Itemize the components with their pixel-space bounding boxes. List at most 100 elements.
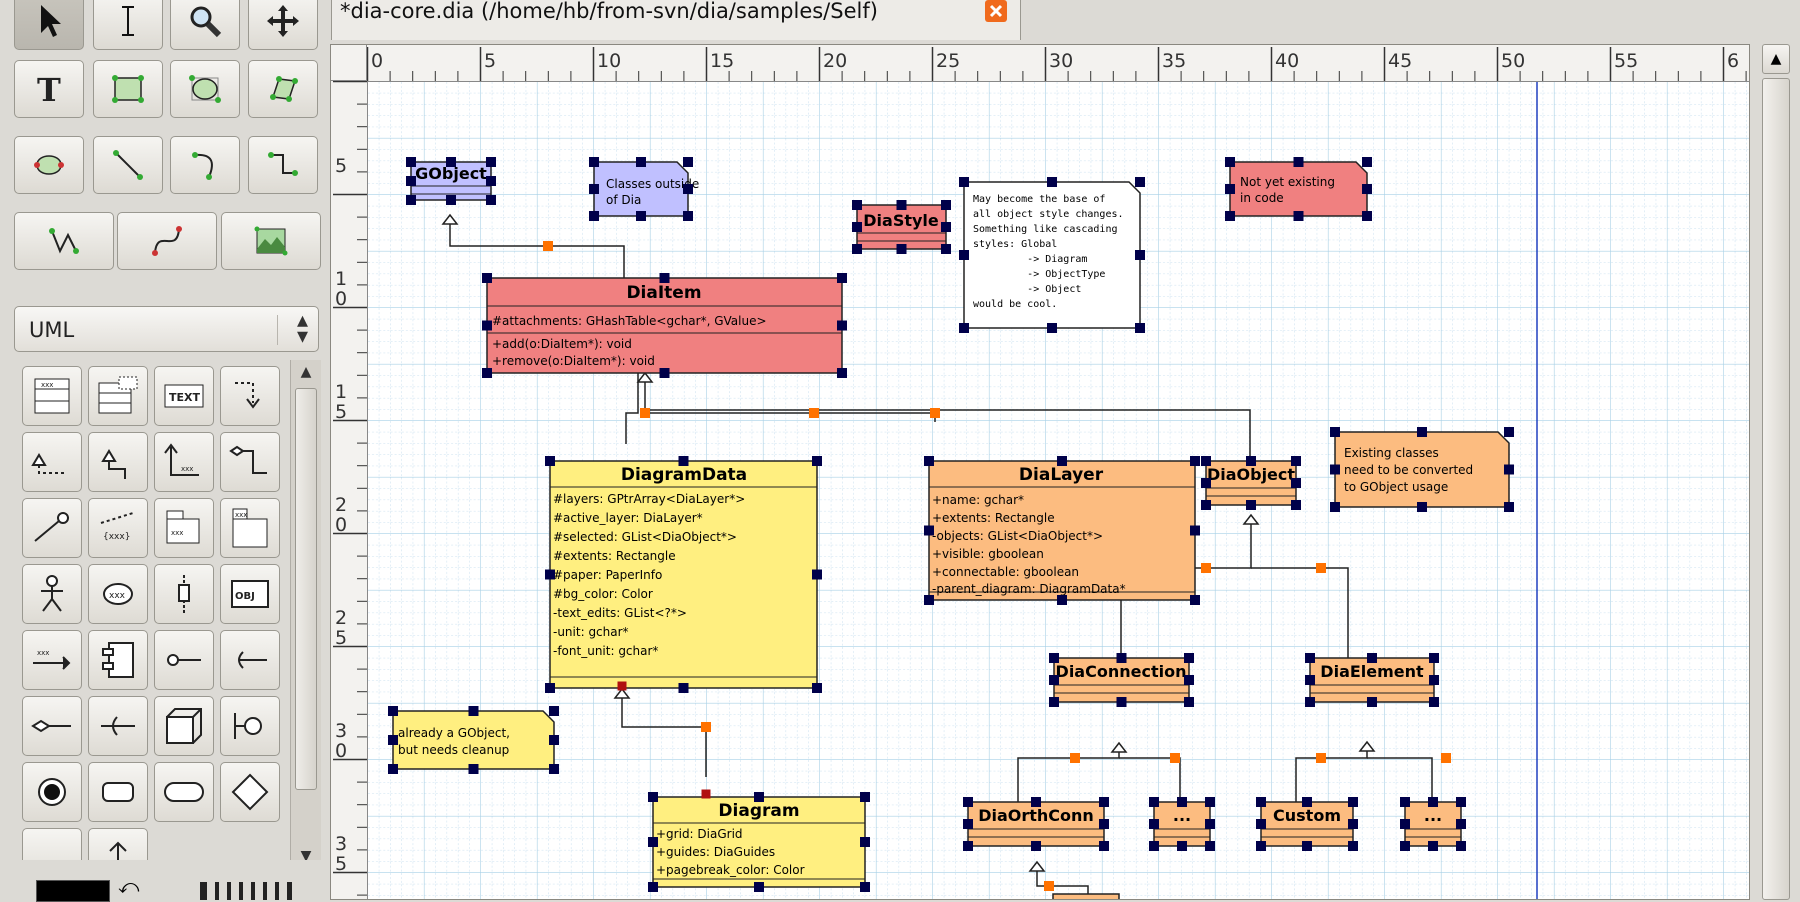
resize-handle[interactable] (1184, 697, 1194, 707)
resize-handle[interactable] (636, 211, 646, 221)
box-tool-button[interactable] (93, 60, 163, 118)
resize-handle[interactable] (1367, 653, 1377, 663)
resize-handle[interactable] (482, 368, 492, 378)
resize-handle[interactable] (1428, 841, 1438, 851)
resize-handle[interactable] (1149, 797, 1159, 807)
resize-handle[interactable] (1190, 595, 1200, 605)
class-diastyle[interactable]: DiaStyle (856, 204, 947, 250)
resize-handle[interactable] (1205, 819, 1215, 829)
resize-handle[interactable] (1417, 427, 1427, 437)
resize-handle[interactable] (941, 244, 951, 254)
resize-handle[interactable] (1201, 478, 1211, 488)
class-dialayer[interactable]: DiaLayer +name: gchar* +extents: Rectang… (928, 460, 1196, 601)
resize-handle[interactable] (1348, 819, 1358, 829)
resize-handle[interactable] (1293, 157, 1304, 167)
connection-point-handle[interactable] (1170, 753, 1180, 763)
resize-handle[interactable] (941, 200, 951, 210)
polygon-tool-button[interactable] (248, 60, 318, 118)
resize-handle[interactable] (482, 273, 492, 283)
class-diaitem[interactable]: DiaItem #attachments: GHashTable<gchar*,… (486, 277, 843, 374)
resize-handle[interactable] (678, 683, 689, 693)
resize-handle[interactable] (1116, 697, 1127, 707)
resize-handle[interactable] (486, 195, 496, 205)
resize-handle[interactable] (963, 841, 973, 851)
text-tool-button[interactable]: T (14, 60, 84, 118)
class-ellipsis-connection[interactable]: ... (1153, 801, 1211, 847)
class-ellipsis-element[interactable]: ... (1404, 801, 1462, 847)
uml-state-end-button[interactable] (22, 762, 82, 822)
resize-handle[interactable] (924, 456, 934, 466)
resize-handle[interactable] (589, 184, 599, 194)
resize-handle[interactable] (1456, 841, 1466, 851)
line-tool-button[interactable] (93, 136, 163, 194)
resize-handle[interactable] (1135, 323, 1145, 333)
resize-handle[interactable] (1099, 797, 1109, 807)
resize-handle[interactable] (683, 157, 693, 167)
resize-handle[interactable] (486, 157, 496, 167)
resize-handle[interactable] (1293, 211, 1304, 221)
diagram-canvas-area[interactable]: 0 5 10 15 20 25 30 35 40 45 50 55 6 5101520253035 (330, 44, 1750, 900)
arc-tool-button[interactable] (170, 136, 240, 194)
class-diagram[interactable]: Diagram +grid: DiaGrid +guides: DiaGuide… (652, 796, 866, 888)
resize-handle[interactable] (1256, 841, 1266, 851)
resize-handle[interactable] (1047, 177, 1057, 187)
class-diaorthconn[interactable]: DiaOrthConn (967, 801, 1105, 847)
uml-class-template-button[interactable] (88, 366, 148, 426)
resize-handle[interactable] (589, 157, 599, 167)
uml-realizes-button[interactable] (22, 432, 82, 492)
connection-point-handle[interactable] (1441, 753, 1451, 763)
connection-point-handle[interactable] (701, 789, 711, 799)
resize-handle[interactable] (1031, 797, 1041, 807)
uml-lifeline-button[interactable] (154, 564, 214, 624)
resize-handle[interactable] (852, 222, 862, 232)
resize-handle[interactable] (1225, 211, 1235, 221)
bezierline-tool-button[interactable] (117, 212, 217, 270)
resize-handle[interactable] (482, 320, 492, 331)
resize-handle[interactable] (754, 792, 764, 802)
resize-handle[interactable] (860, 792, 870, 802)
resize-handle[interactable] (1149, 819, 1159, 829)
connection-point-handle[interactable] (640, 408, 650, 418)
connection-point-handle[interactable] (1316, 753, 1326, 763)
resize-handle[interactable] (406, 195, 416, 205)
resize-handle[interactable] (1429, 697, 1439, 707)
uml-generalization-button[interactable] (88, 432, 148, 492)
resize-handle[interactable] (754, 882, 764, 892)
resize-handle[interactable] (1367, 697, 1377, 707)
palette-scrollbar[interactable]: ▲ ▼ (290, 360, 321, 870)
resize-handle[interactable] (1184, 675, 1194, 685)
class-custom[interactable]: Custom (1260, 801, 1354, 847)
connection-point-handle[interactable] (930, 408, 940, 418)
uml-class-button[interactable]: xxx (22, 366, 82, 426)
resize-handle[interactable] (468, 764, 479, 774)
uml-classicon-button[interactable] (154, 630, 214, 690)
resize-handle[interactable] (1417, 502, 1427, 512)
connection-point-handle[interactable] (1070, 753, 1080, 763)
resize-handle[interactable] (1305, 675, 1315, 685)
resize-handle[interactable] (1302, 797, 1312, 807)
uml-state-button[interactable] (88, 762, 148, 822)
resize-handle[interactable] (659, 368, 670, 378)
uml-activity-button[interactable] (154, 762, 214, 822)
connection-point-handle[interactable] (1201, 563, 1211, 573)
uml-message-button[interactable]: xxx (22, 630, 82, 690)
resize-handle[interactable] (1049, 697, 1059, 707)
uml-dependency-button[interactable] (220, 366, 280, 426)
resize-handle[interactable] (1330, 502, 1340, 512)
palette-scroll-thumb[interactable] (295, 388, 317, 790)
resize-handle[interactable] (1057, 595, 1067, 605)
resize-handle[interactable] (963, 819, 973, 829)
resize-handle[interactable] (388, 706, 398, 716)
canvas-vertical-scrollbar[interactable]: ▲ (1750, 44, 1800, 900)
resize-handle[interactable] (1149, 841, 1159, 851)
note-existing-classes[interactable]: Existing classes need to be converted to… (1334, 431, 1510, 508)
resize-handle[interactable] (486, 176, 496, 186)
resize-handle[interactable] (896, 244, 907, 254)
resize-handle[interactable] (1400, 819, 1410, 829)
tab-dia-core[interactable]: *dia-core.dia (/home/hb/from-svn/dia/sam… (331, 0, 1021, 40)
resize-handle[interactable] (1348, 841, 1358, 851)
resize-handle[interactable] (1291, 478, 1301, 488)
resize-handle[interactable] (648, 792, 658, 802)
resize-handle[interactable] (1246, 500, 1256, 510)
resize-handle[interactable] (1362, 184, 1372, 194)
